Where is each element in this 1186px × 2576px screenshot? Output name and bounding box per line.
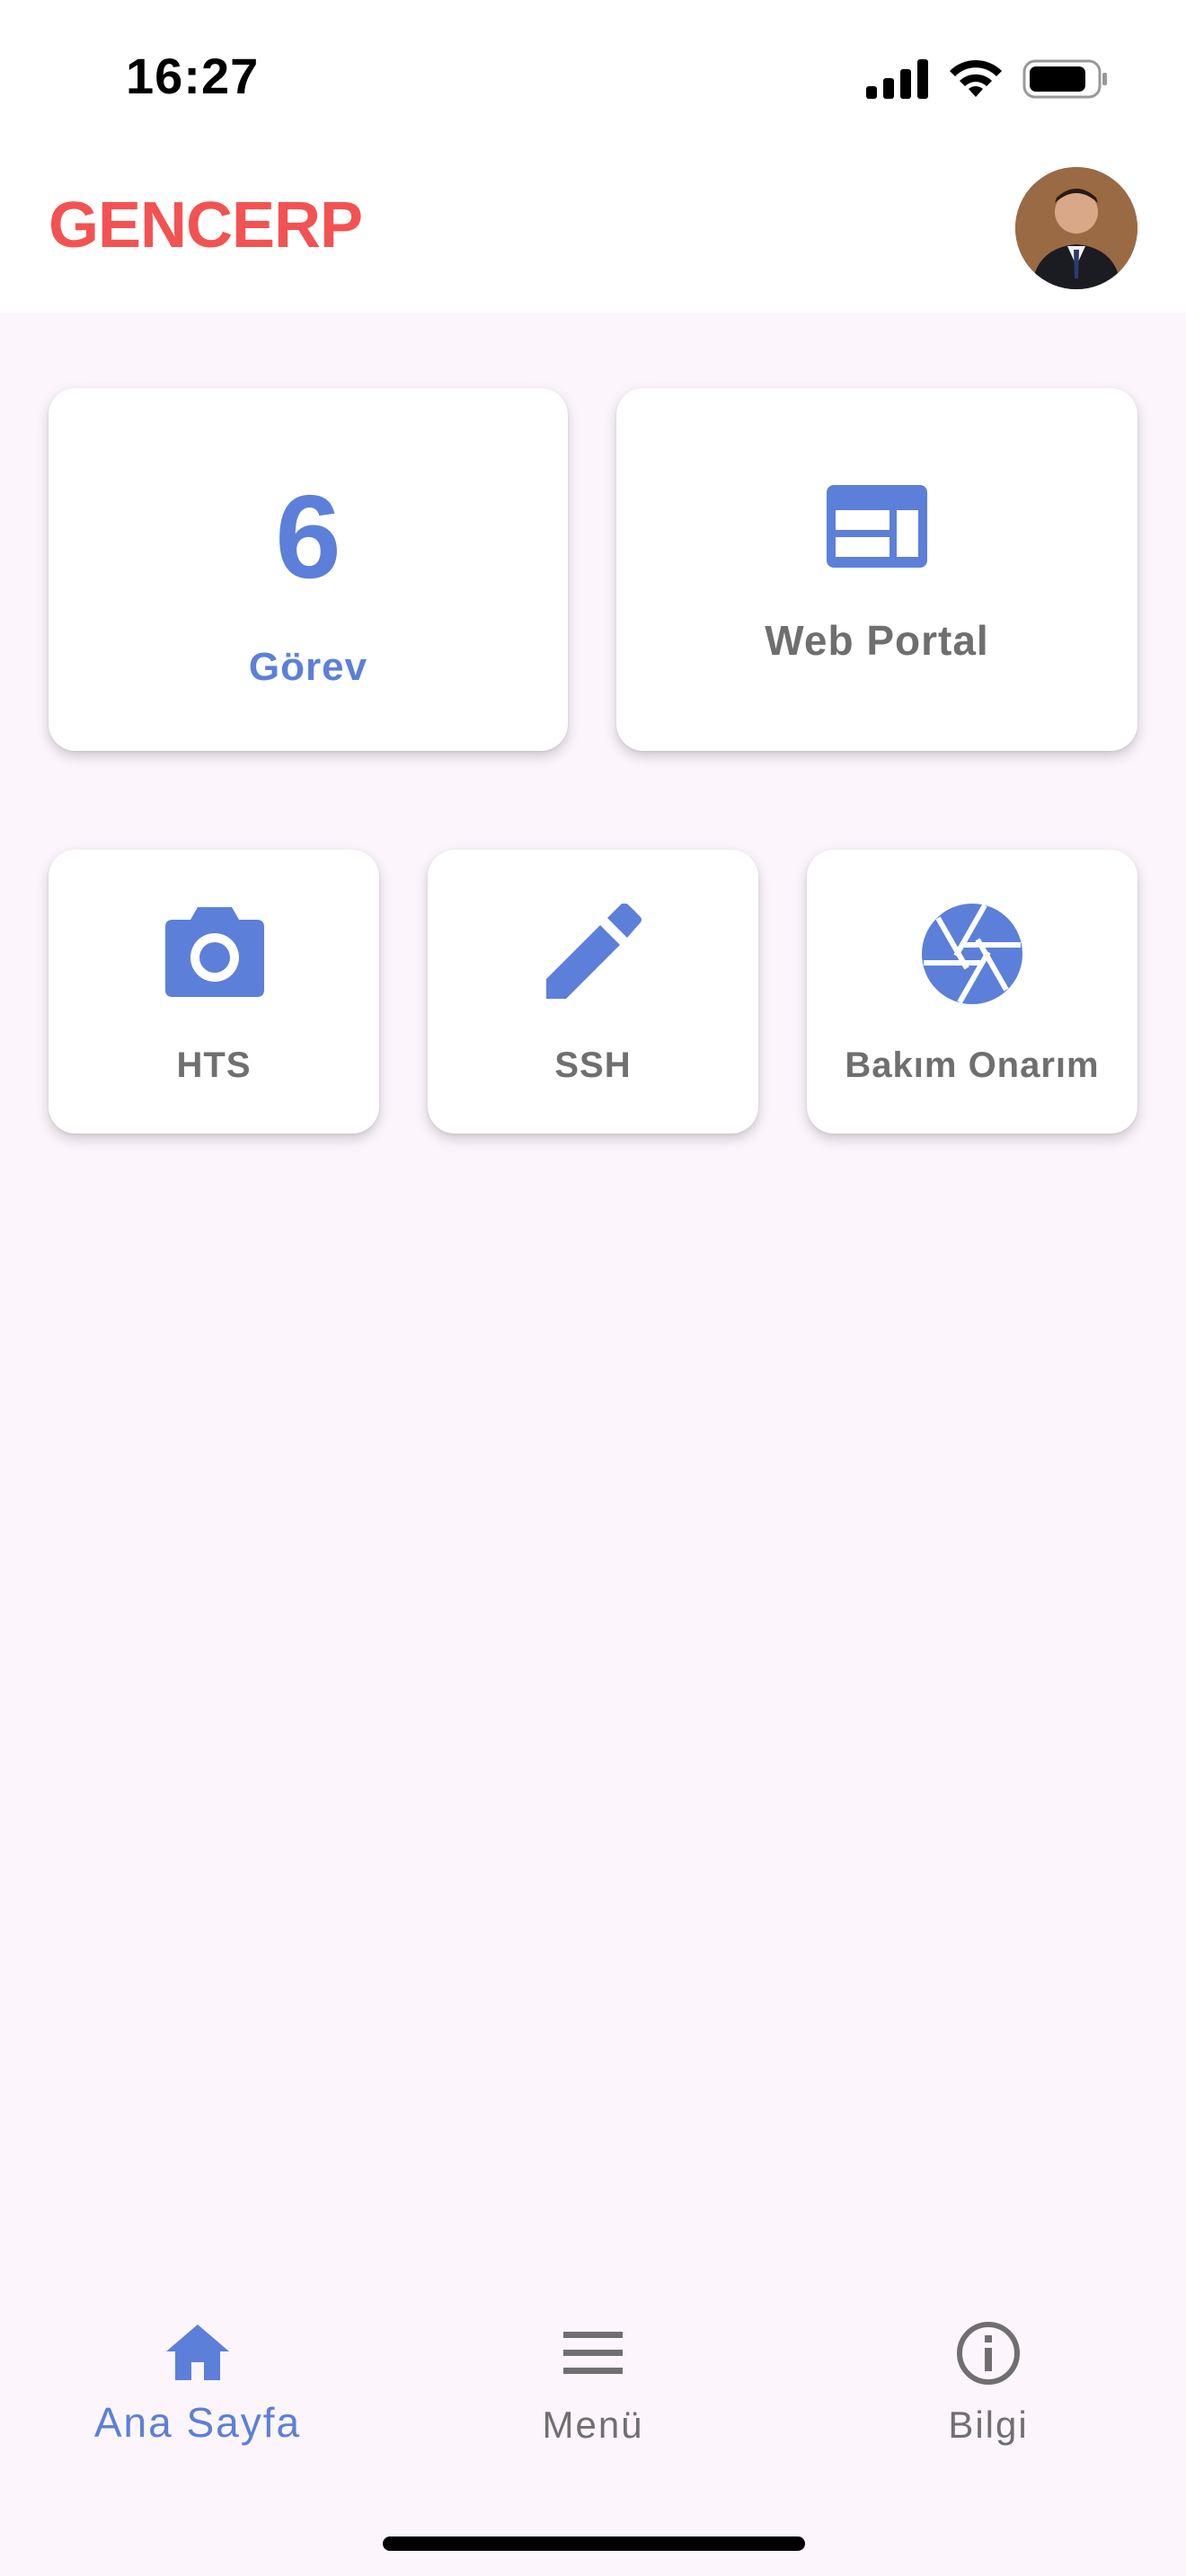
info-icon — [957, 2322, 1020, 2385]
hts-card[interactable]: HTS — [49, 850, 379, 1134]
home-icon — [166, 2325, 229, 2380]
app-header: GENCERP — [0, 144, 1186, 313]
nav-item-bilgi[interactable]: Bilgi — [791, 2299, 1186, 2479]
gorev-count: 6 — [275, 471, 341, 603]
nav-label-menu: Menü — [542, 2404, 644, 2446]
nav-label-bilgi: Bilgi — [948, 2404, 1029, 2446]
home-indicator[interactable] — [383, 2536, 805, 2551]
nav-item-ana-sayfa[interactable]: Ana Sayfa — [0, 2299, 395, 2479]
status-time: 16:27 — [126, 48, 260, 104]
shutter-icon — [920, 902, 1024, 1006]
app-title: GENCERP — [49, 190, 363, 261]
wifi-icon — [950, 59, 1002, 97]
gorev-label: Görev — [248, 645, 368, 689]
bakim-onarim-card[interactable]: Bakım Onarım — [807, 850, 1137, 1134]
web-icon — [827, 485, 927, 568]
gorev-card[interactable]: 6 Görev — [49, 388, 568, 751]
bakim-onarim-label: Bakım Onarım — [845, 1045, 1100, 1085]
hts-label: HTS — [176, 1045, 252, 1085]
avatar-image — [1015, 167, 1137, 289]
bottom-nav: Ana Sayfa Menü Bilgi — [0, 2299, 1186, 2576]
signal-icon — [866, 59, 928, 99]
menu-icon — [563, 2332, 623, 2374]
status-bar: 16:27 — [0, 0, 1186, 144]
battery-icon — [1022, 59, 1107, 99]
pencil-icon — [546, 904, 642, 999]
avatar[interactable] — [1015, 167, 1137, 289]
web-portal-card[interactable]: Web Portal — [616, 388, 1137, 751]
camera-icon — [165, 907, 264, 997]
ssh-card[interactable]: SSH — [428, 850, 758, 1134]
web-portal-label: Web Portal — [765, 617, 989, 664]
ssh-label: SSH — [554, 1045, 632, 1085]
nav-item-menu[interactable]: Menü — [395, 2299, 791, 2479]
nav-label-ana-sayfa: Ana Sayfa — [93, 2399, 302, 2446]
